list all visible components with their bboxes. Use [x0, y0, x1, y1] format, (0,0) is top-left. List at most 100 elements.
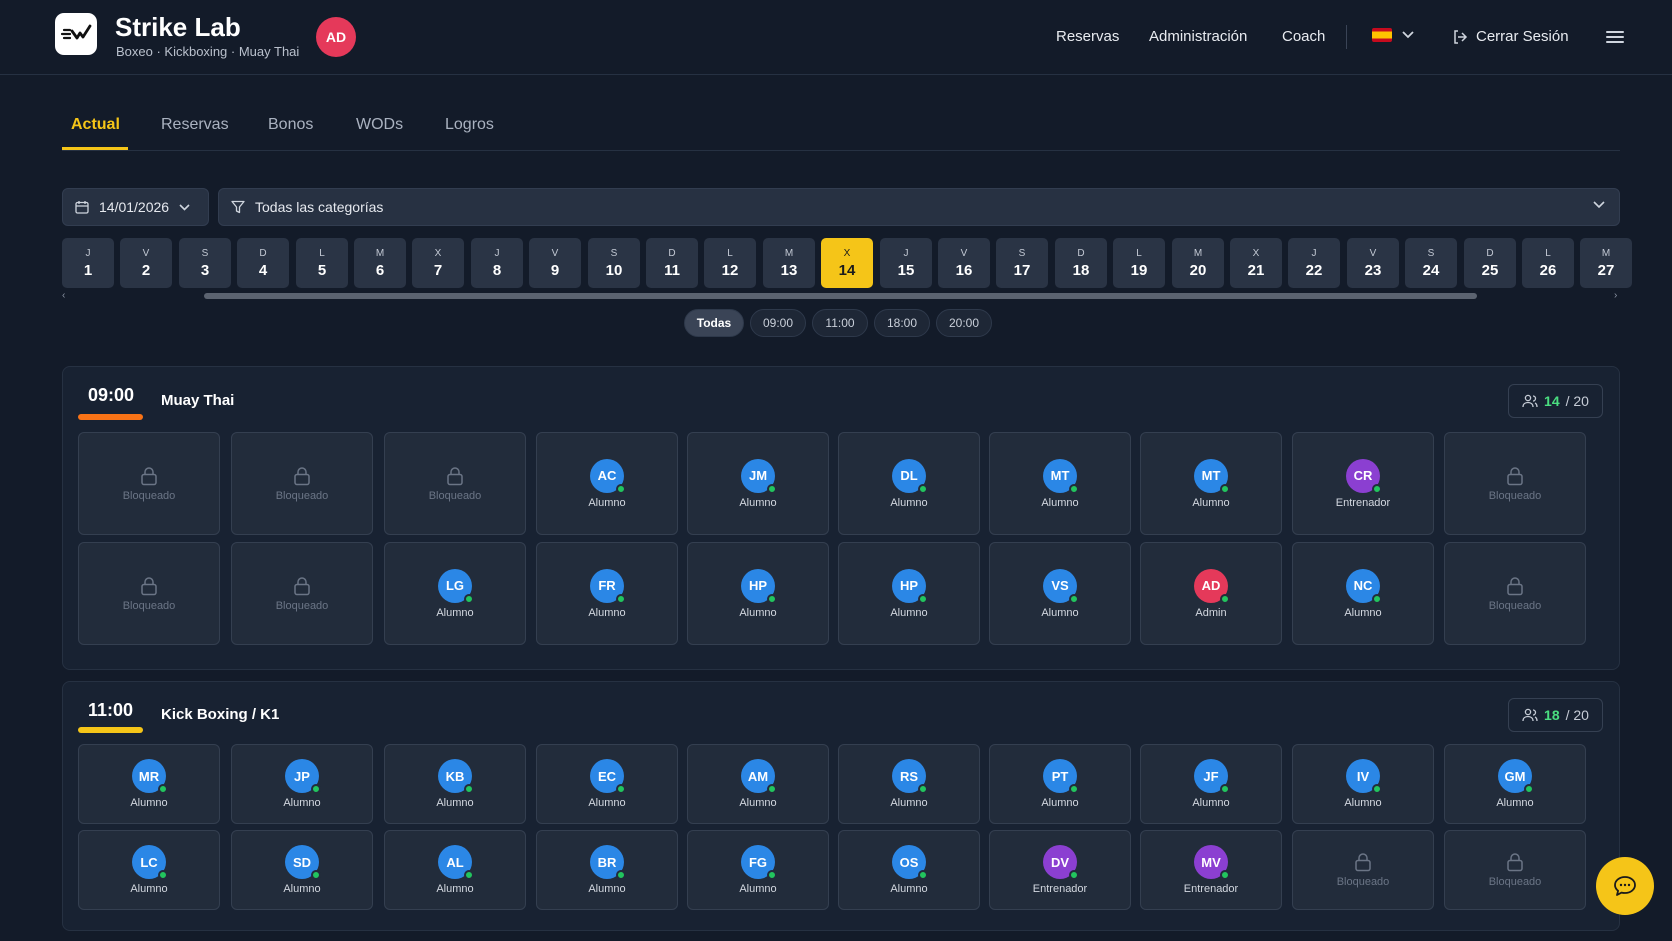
- avatar-initials: JF: [1203, 768, 1219, 784]
- day-cell-12[interactable]: L 12: [704, 238, 756, 288]
- tab-actual[interactable]: Actual: [71, 116, 120, 134]
- app-logo[interactable]: [55, 13, 97, 55]
- slot-booked[interactable]: IV Alumno: [1292, 744, 1434, 824]
- slot-locked[interactable]: Bloqueado: [231, 432, 373, 535]
- date-picker[interactable]: 14/01/2026: [62, 188, 209, 226]
- slot-booked[interactable]: LG Alumno: [384, 542, 526, 645]
- slot-booked[interactable]: SD Alumno: [231, 830, 373, 910]
- day-cell-23[interactable]: V 23: [1347, 238, 1399, 288]
- slot-booked[interactable]: KB Alumno: [384, 744, 526, 824]
- scroll-right-arrow-icon[interactable]: ›: [1614, 290, 1617, 301]
- slot-locked[interactable]: Bloqueado: [78, 432, 220, 535]
- slot-booked[interactable]: CR Entrenador: [1292, 432, 1434, 535]
- tab-wods[interactable]: WODs: [356, 116, 403, 134]
- tab-reservas[interactable]: Reservas: [161, 116, 229, 134]
- day-cell-14[interactable]: X 14: [821, 238, 873, 288]
- slot-locked[interactable]: Bloqueado: [1444, 830, 1586, 910]
- day-cell-16[interactable]: V 16: [938, 238, 990, 288]
- slot-booked[interactable]: AD Admin: [1140, 542, 1282, 645]
- day-letter: J: [1311, 247, 1317, 259]
- slot-booked[interactable]: RS Alumno: [838, 744, 980, 824]
- nav-administracion[interactable]: Administración: [1149, 28, 1247, 45]
- logout-button[interactable]: Cerrar Sesión: [1452, 28, 1569, 45]
- day-cell-7[interactable]: X7: [412, 238, 464, 288]
- slot-locked[interactable]: Bloqueado: [1292, 830, 1434, 910]
- day-cell-18[interactable]: D 18: [1055, 238, 1107, 288]
- avatar-initials: MV: [1201, 854, 1221, 870]
- slot-locked[interactable]: Bloqueado: [1444, 542, 1586, 645]
- slot-booked[interactable]: GM Alumno: [1444, 744, 1586, 824]
- day-cell-3[interactable]: S3: [179, 238, 231, 288]
- scroll-left-arrow-icon[interactable]: ‹: [62, 290, 65, 301]
- day-cell-2[interactable]: V2: [120, 238, 172, 288]
- slot-booked[interactable]: JF Alumno: [1140, 744, 1282, 824]
- day-cell-24[interactable]: S 24: [1405, 238, 1457, 288]
- slot-booked[interactable]: MT Alumno: [989, 432, 1131, 535]
- day-cell-17[interactable]: S 17: [996, 238, 1048, 288]
- chat-button[interactable]: [1596, 857, 1654, 915]
- nav-coach[interactable]: Coach: [1282, 28, 1325, 45]
- day-cell-9[interactable]: V9: [529, 238, 581, 288]
- nav-reservas[interactable]: Reservas: [1056, 28, 1119, 45]
- slot-locked[interactable]: Bloqueado: [231, 542, 373, 645]
- slot-booked[interactable]: AL Alumno: [384, 830, 526, 910]
- time-filter-chip[interactable]: Todas: [684, 309, 744, 337]
- slot-booked[interactable]: MV Entrenador: [1140, 830, 1282, 910]
- user-avatar[interactable]: AD: [316, 17, 356, 57]
- day-cell-6[interactable]: M6: [354, 238, 406, 288]
- slot-booked[interactable]: JP Alumno: [231, 744, 373, 824]
- slot-booked[interactable]: JM Alumno: [687, 432, 829, 535]
- slot-booked[interactable]: LC Alumno: [78, 830, 220, 910]
- day-strip-scrollbar[interactable]: [204, 293, 1477, 299]
- lock-icon: [1355, 853, 1371, 872]
- slot-locked[interactable]: Bloqueado: [384, 432, 526, 535]
- day-cell-20[interactable]: M 20: [1172, 238, 1224, 288]
- slot-booked[interactable]: DV Entrenador: [989, 830, 1131, 910]
- avatar-initials: MR: [138, 768, 160, 784]
- day-cell-25[interactable]: D 25: [1464, 238, 1516, 288]
- day-cell-10[interactable]: S 10: [588, 238, 640, 288]
- day-cell-15[interactable]: J 15: [880, 238, 932, 288]
- day-cell-22[interactable]: J 22: [1288, 238, 1340, 288]
- time-filter-chip[interactable]: 11:00: [812, 309, 868, 337]
- tab-logros[interactable]: Logros: [445, 116, 494, 134]
- hamburger-menu-icon[interactable]: [1606, 28, 1624, 46]
- slot-booked[interactable]: NC Alumno: [1292, 542, 1434, 645]
- slot-booked[interactable]: DL Alumno: [838, 432, 980, 535]
- day-cell-11[interactable]: D 11: [646, 238, 698, 288]
- slot-booked[interactable]: AC Alumno: [536, 432, 678, 535]
- slot-locked[interactable]: Bloqueado: [78, 542, 220, 645]
- slot-booked[interactable]: MT Alumno: [1140, 432, 1282, 535]
- slot-booked[interactable]: FR Alumno: [536, 542, 678, 645]
- slot-booked[interactable]: MR Alumno: [78, 744, 220, 824]
- avatar: MT: [1194, 458, 1230, 494]
- day-cell-21[interactable]: X 21: [1230, 238, 1282, 288]
- slot-booked[interactable]: PT Alumno: [989, 744, 1131, 824]
- time-filter-chip[interactable]: 18:00: [874, 309, 930, 337]
- tab-bonos[interactable]: Bonos: [268, 116, 313, 134]
- slot-booked[interactable]: VS Alumno: [989, 542, 1131, 645]
- slot-booked[interactable]: EC Alumno: [536, 744, 678, 824]
- slot-booked[interactable]: HP Alumno: [687, 542, 829, 645]
- day-cell-4[interactable]: D4: [237, 238, 289, 288]
- day-cell-19[interactable]: L 19: [1113, 238, 1165, 288]
- slot-locked[interactable]: Bloqueado: [1444, 432, 1586, 535]
- slot-booked[interactable]: OS Alumno: [838, 830, 980, 910]
- day-cell-8[interactable]: J8: [471, 238, 523, 288]
- language-selector[interactable]: [1372, 28, 1414, 42]
- slot-booked[interactable]: HP Alumno: [838, 542, 980, 645]
- day-cell-27[interactable]: M 27: [1580, 238, 1632, 288]
- day-cell-13[interactable]: M 13: [763, 238, 815, 288]
- day-number: 3: [200, 261, 210, 279]
- day-cell-1[interactable]: J1: [62, 238, 114, 288]
- slot-booked[interactable]: BR Alumno: [536, 830, 678, 910]
- day-cell-26[interactable]: L 26: [1522, 238, 1574, 288]
- slot-booked[interactable]: AM Alumno: [687, 744, 829, 824]
- day-number: 2: [141, 261, 151, 279]
- capacity-total: / 20: [1565, 393, 1589, 409]
- time-filter-chip[interactable]: 20:00: [936, 309, 992, 337]
- time-filter-chip[interactable]: 09:00: [750, 309, 806, 337]
- slot-booked[interactable]: FG Alumno: [687, 830, 829, 910]
- day-cell-5[interactable]: L5: [296, 238, 348, 288]
- category-filter[interactable]: Todas las categorías: [218, 188, 1620, 226]
